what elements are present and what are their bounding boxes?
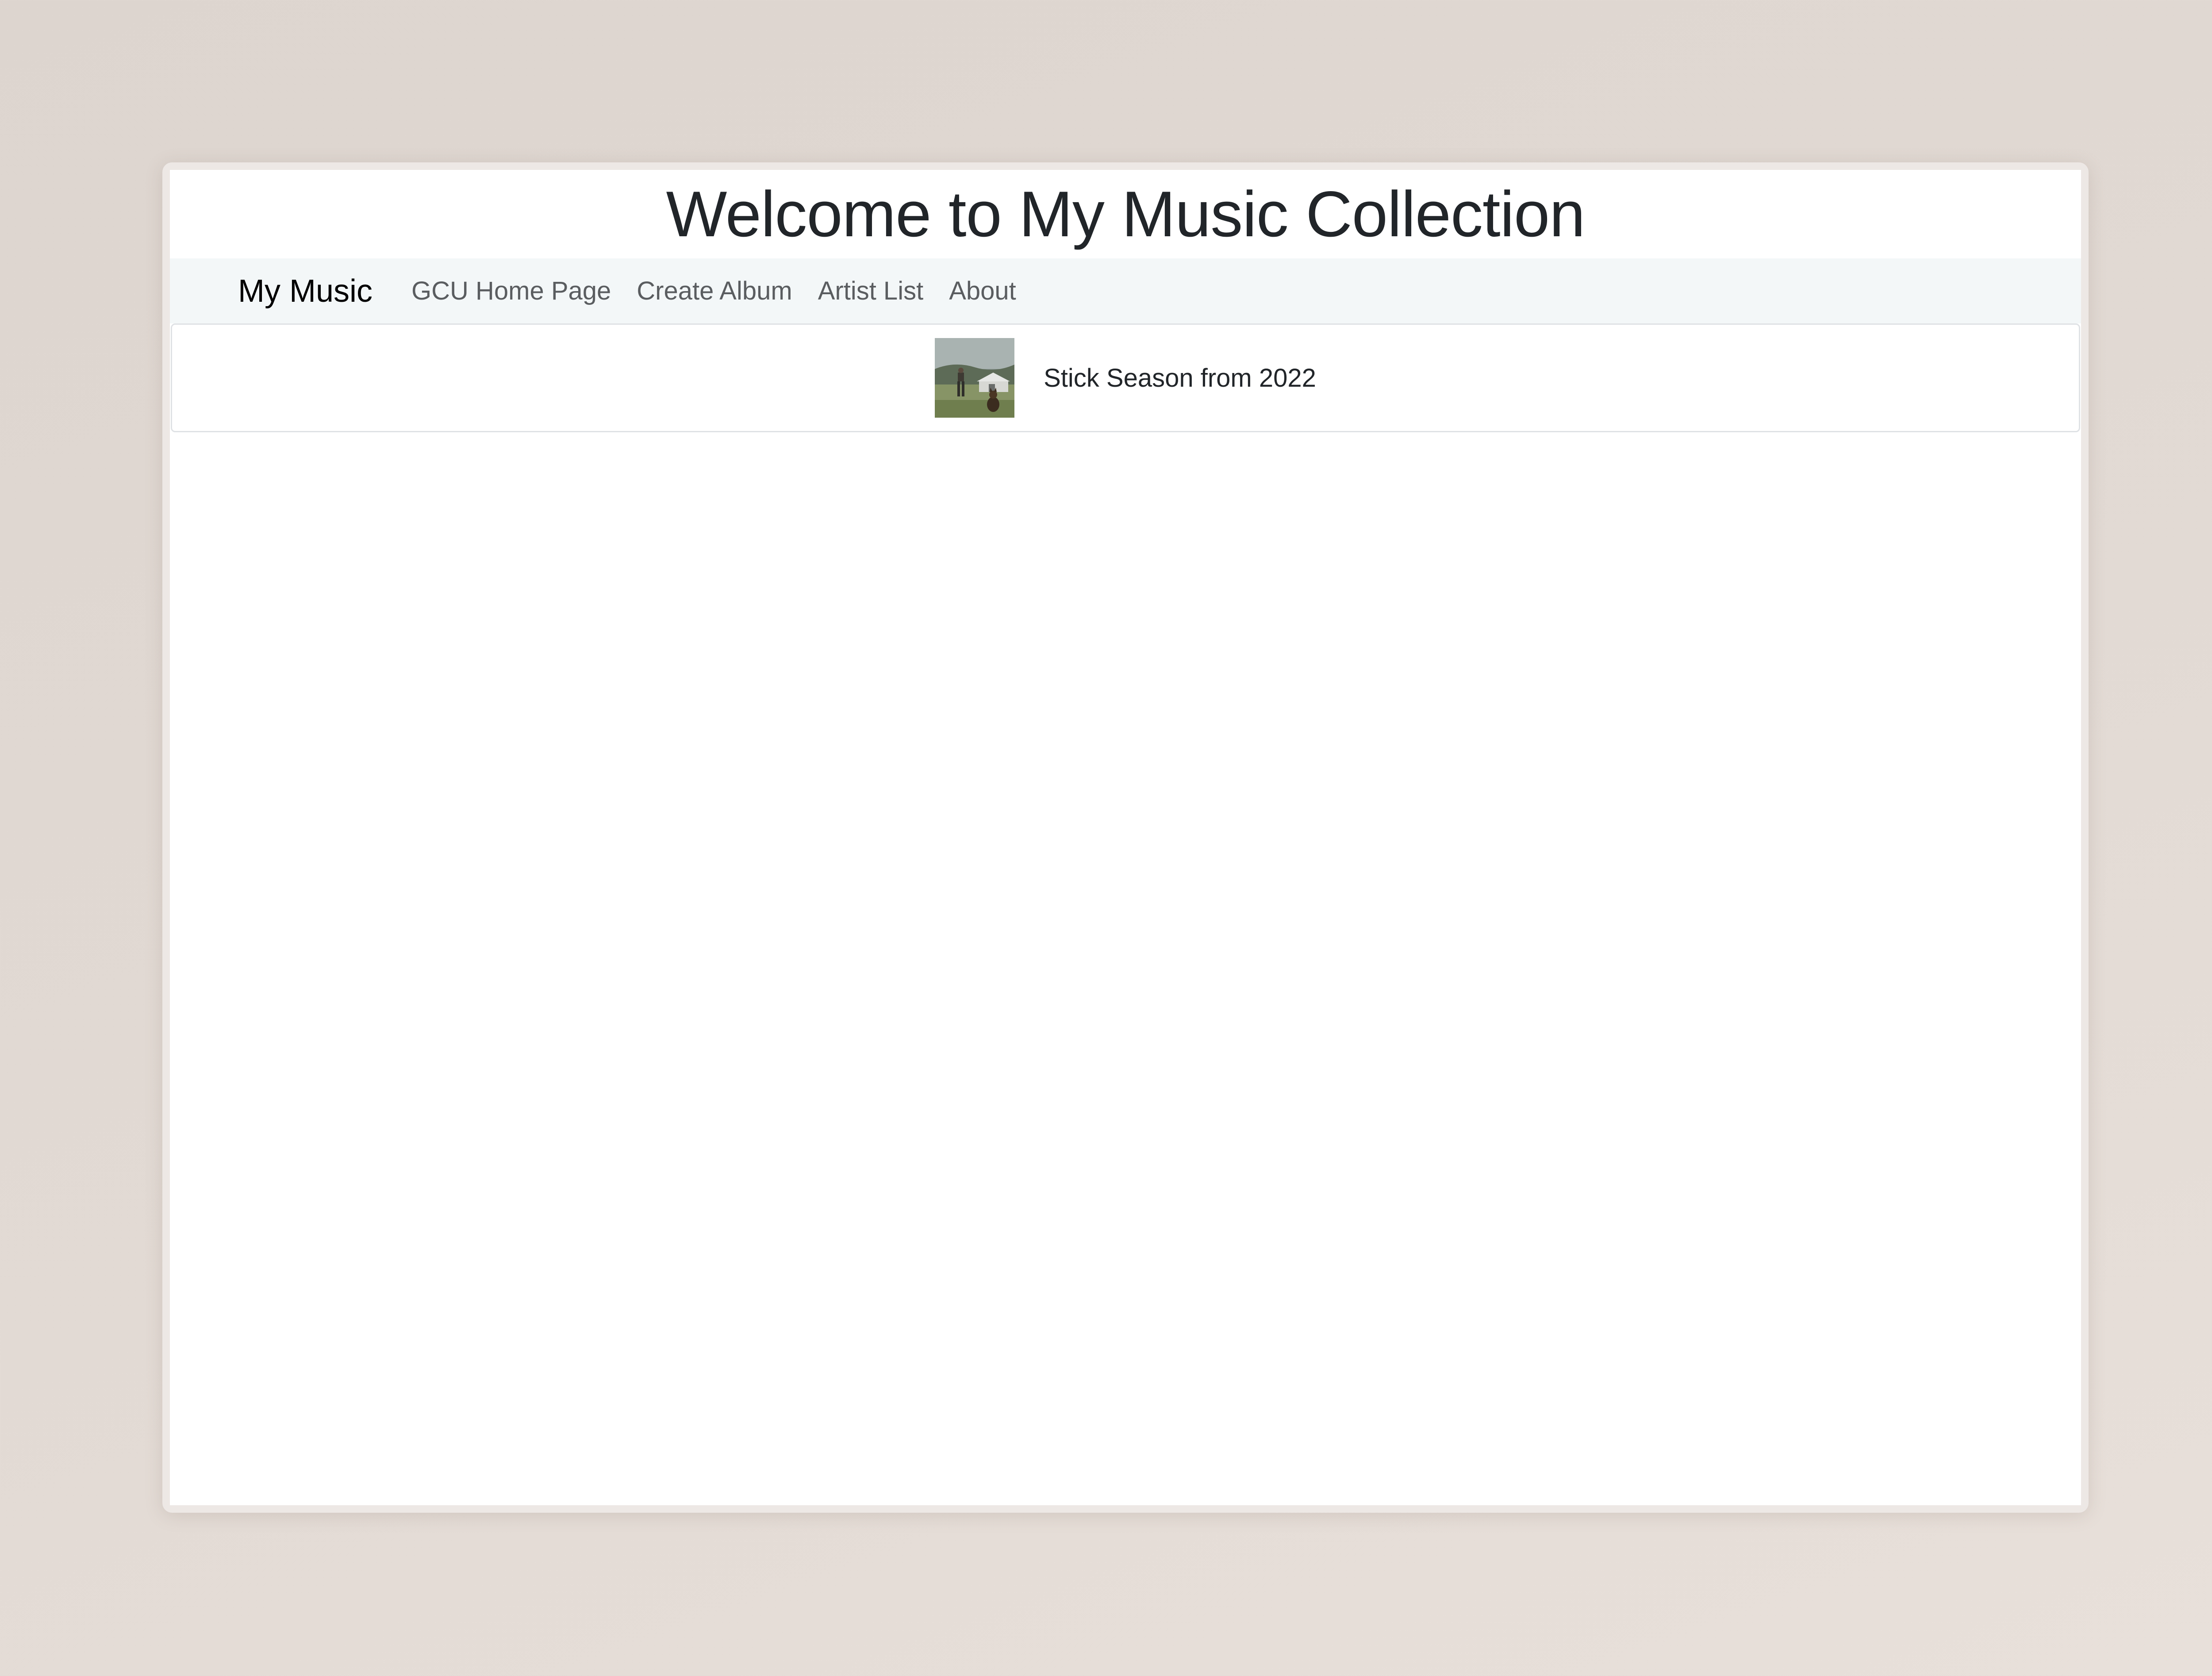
- nav-link-about[interactable]: About: [949, 276, 1016, 306]
- album-cover-image[interactable]: [935, 338, 1015, 418]
- navbar: My Music GCU Home Page Create Album Arti…: [170, 258, 2081, 323]
- page-content: Welcome to My Music Collection My Music …: [170, 170, 2081, 1505]
- album-title-line: Stick Season from 2022: [1044, 363, 1316, 392]
- nav-link-artist-list[interactable]: Artist List: [818, 276, 924, 306]
- browser-window: Welcome to My Music Collection My Music …: [162, 162, 2089, 1513]
- album-card: Stick Season from 2022: [171, 323, 2080, 432]
- nav-link-create-album[interactable]: Create Album: [637, 276, 792, 306]
- nav-links: GCU Home Page Create Album Artist List A…: [411, 276, 1042, 306]
- navbar-brand[interactable]: My Music: [238, 273, 373, 309]
- page-title: Welcome to My Music Collection: [666, 178, 1586, 250]
- nav-link-gcu-home-page[interactable]: GCU Home Page: [411, 276, 611, 306]
